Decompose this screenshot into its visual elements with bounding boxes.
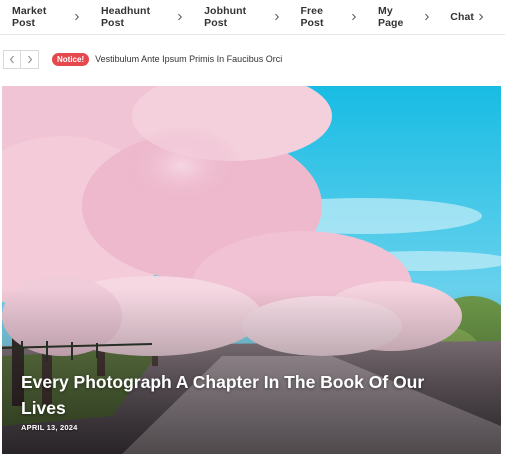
nav-label: Chat xyxy=(450,11,474,23)
notice-badge: Notice! xyxy=(52,52,90,66)
nav-item-my-page[interactable]: My Page xyxy=(378,5,429,29)
main-navigation: Market Post Headhunt Post Jobhunt Post F… xyxy=(0,0,505,35)
ticker-headline-link[interactable]: Vestibulum Ante Ipsum Primis In Faucibus… xyxy=(95,54,282,64)
nav-label: Jobhunt Post xyxy=(204,5,247,29)
nav-item-free-post[interactable]: Free Post xyxy=(300,5,357,29)
news-ticker: Notice! Vestibulum Ante Ipsum Primis In … xyxy=(0,47,505,71)
featured-post-date: APRIL 13, 2024 xyxy=(21,423,78,432)
featured-post-title[interactable]: Every Photograph A Chapter In The Book O… xyxy=(21,369,461,421)
chevron-right-icon xyxy=(27,55,32,63)
chevron-right-icon xyxy=(352,13,357,21)
featured-post-card[interactable]: Every Photograph A Chapter In The Book O… xyxy=(2,86,501,454)
ticker-next-button[interactable] xyxy=(21,49,39,69)
ticker-prev-button[interactable] xyxy=(3,49,21,69)
chevron-right-icon xyxy=(178,13,183,21)
nav-label: My Page xyxy=(377,5,404,29)
nav-item-headhunt-post[interactable]: Headhunt Post xyxy=(101,5,183,29)
chevron-right-icon xyxy=(479,13,484,21)
nav-label: Free Post xyxy=(300,5,324,29)
chevron-right-icon xyxy=(424,13,429,21)
nav-item-market-post[interactable]: Market Post xyxy=(12,5,80,29)
nav-label: Market Post xyxy=(12,5,47,29)
chevron-right-icon xyxy=(75,13,80,21)
nav-label: Headhunt Post xyxy=(100,5,151,29)
chevron-left-icon xyxy=(9,55,14,63)
nav-item-chat[interactable]: Chat xyxy=(450,11,484,23)
chevron-right-icon xyxy=(274,13,279,21)
nav-item-jobhunt-post[interactable]: Jobhunt Post xyxy=(204,5,279,29)
